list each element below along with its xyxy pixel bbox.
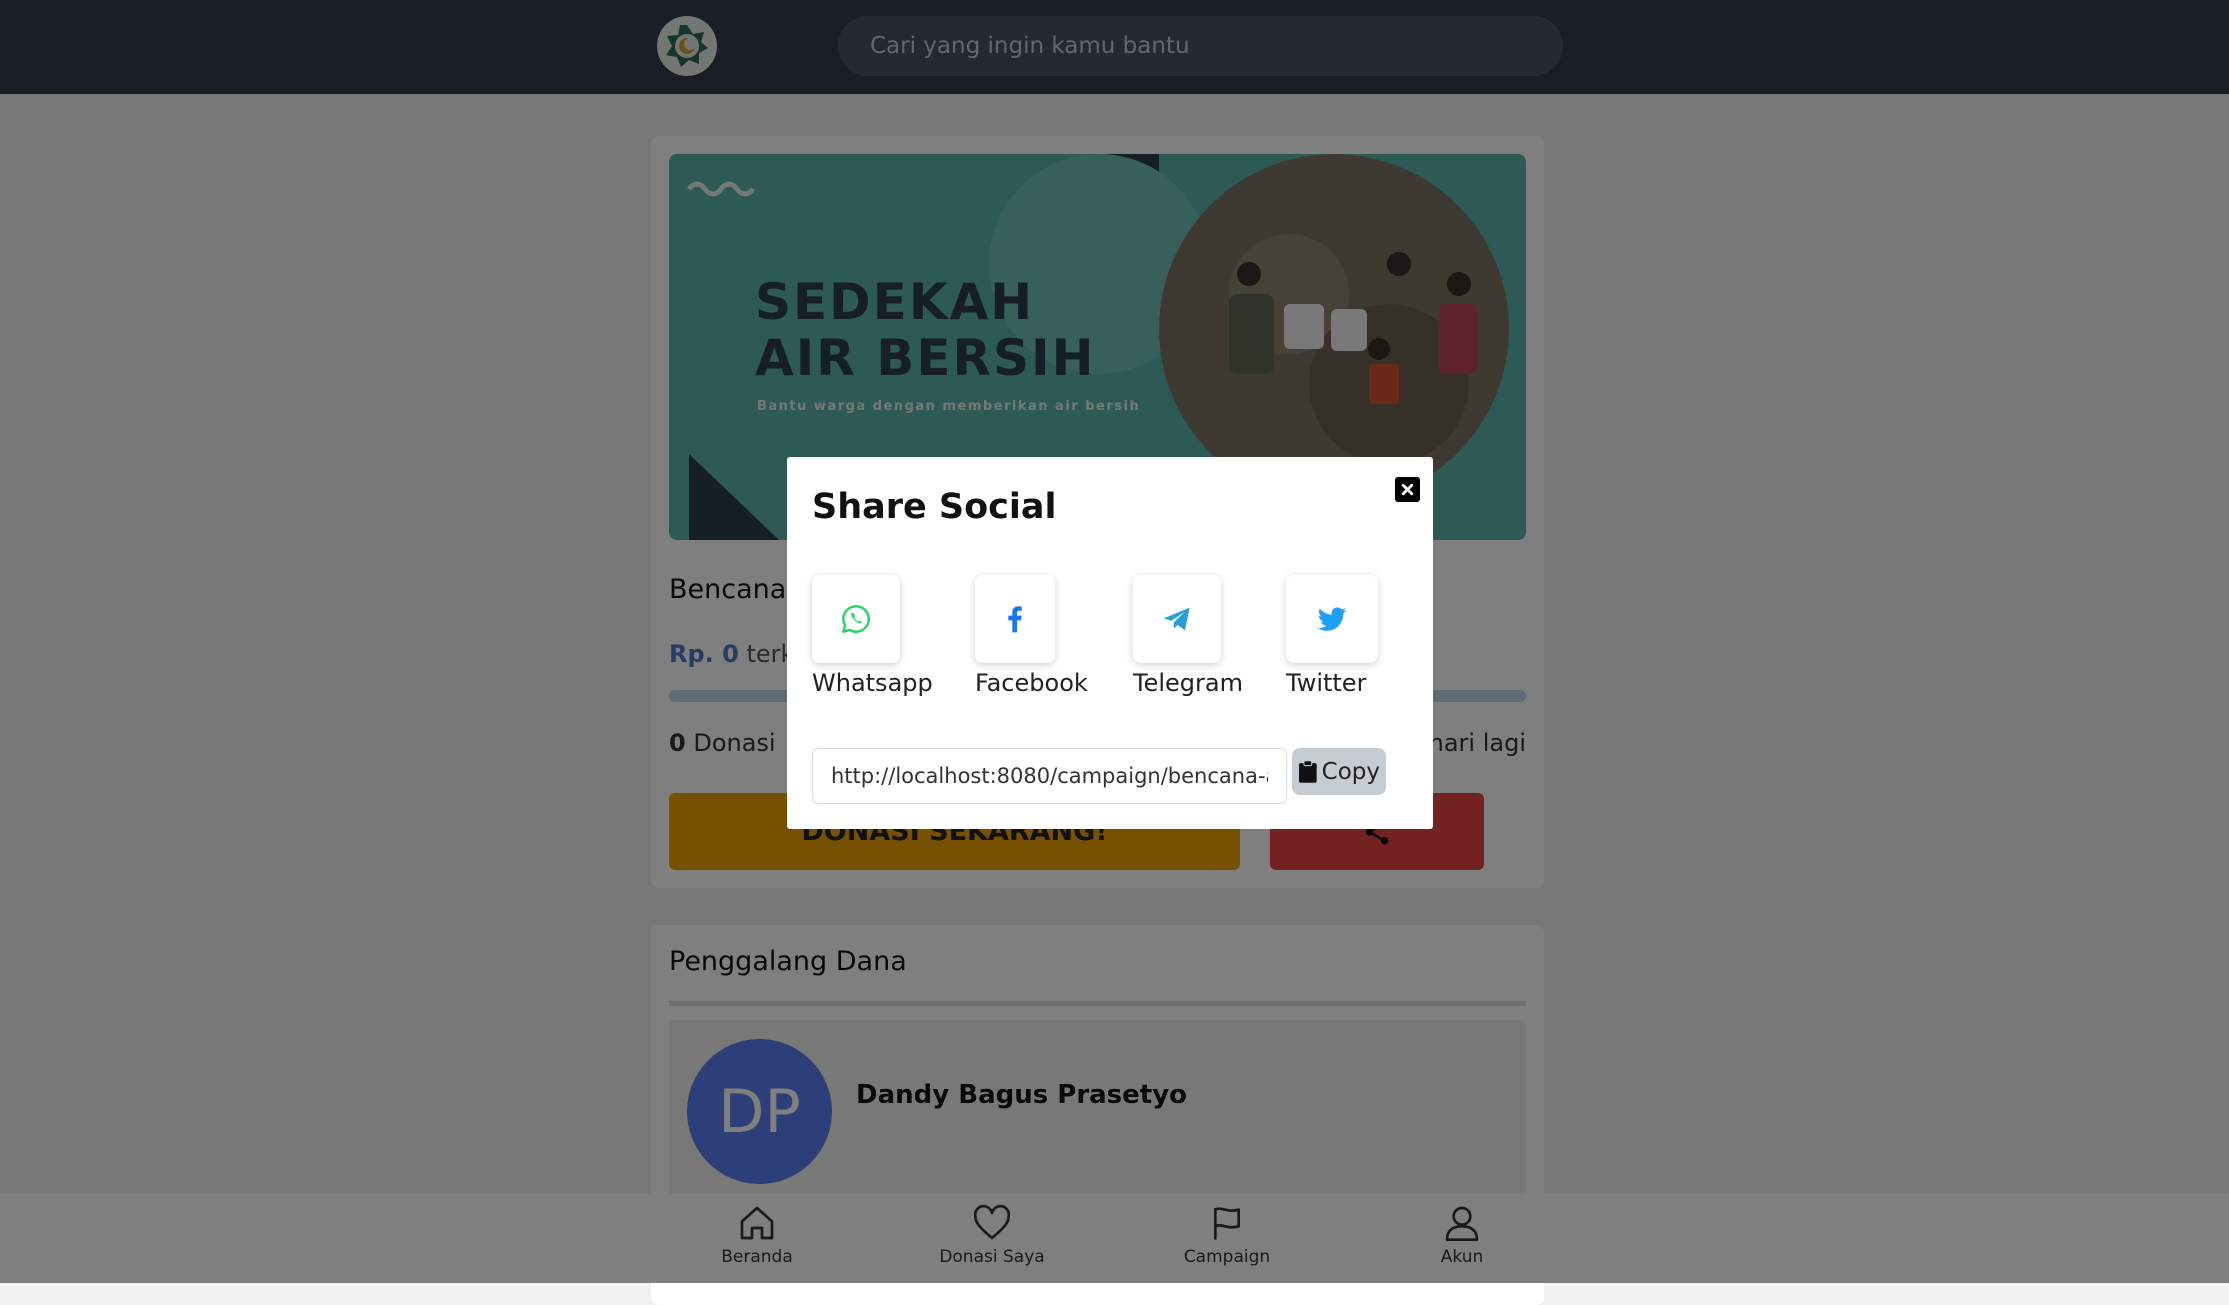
share-label-whatsapp: Whatsapp <box>812 669 933 697</box>
share-tile-twitter[interactable] <box>1286 575 1378 663</box>
modal-title: Share Social <box>812 487 1057 527</box>
twitter-icon <box>1317 607 1347 631</box>
facebook-icon <box>1008 606 1022 633</box>
share-whatsapp-button[interactable]: Whatsapp <box>812 575 933 697</box>
copy-button[interactable]: Copy <box>1292 748 1386 795</box>
close-icon <box>1401 483 1414 496</box>
copy-button-label: Copy <box>1321 758 1380 785</box>
close-button[interactable] <box>1395 477 1420 502</box>
share-facebook-button[interactable]: Facebook <box>975 575 1088 697</box>
share-label-facebook: Facebook <box>975 669 1088 697</box>
share-tile-whatsapp[interactable] <box>812 575 900 663</box>
whatsapp-icon <box>842 605 870 633</box>
share-tile-telegram[interactable] <box>1133 575 1221 663</box>
clipboard-icon <box>1298 759 1317 783</box>
share-label-twitter: Twitter <box>1286 669 1367 697</box>
share-label-telegram: Telegram <box>1133 669 1243 697</box>
share-url-field[interactable] <box>812 748 1287 804</box>
share-twitter-button[interactable]: Twitter <box>1286 575 1378 697</box>
share-social-modal: Share Social Whatsapp Facebook Telegram <box>787 457 1433 829</box>
share-telegram-button[interactable]: Telegram <box>1133 575 1243 697</box>
telegram-icon <box>1163 607 1190 631</box>
share-tile-facebook[interactable] <box>975 575 1055 663</box>
